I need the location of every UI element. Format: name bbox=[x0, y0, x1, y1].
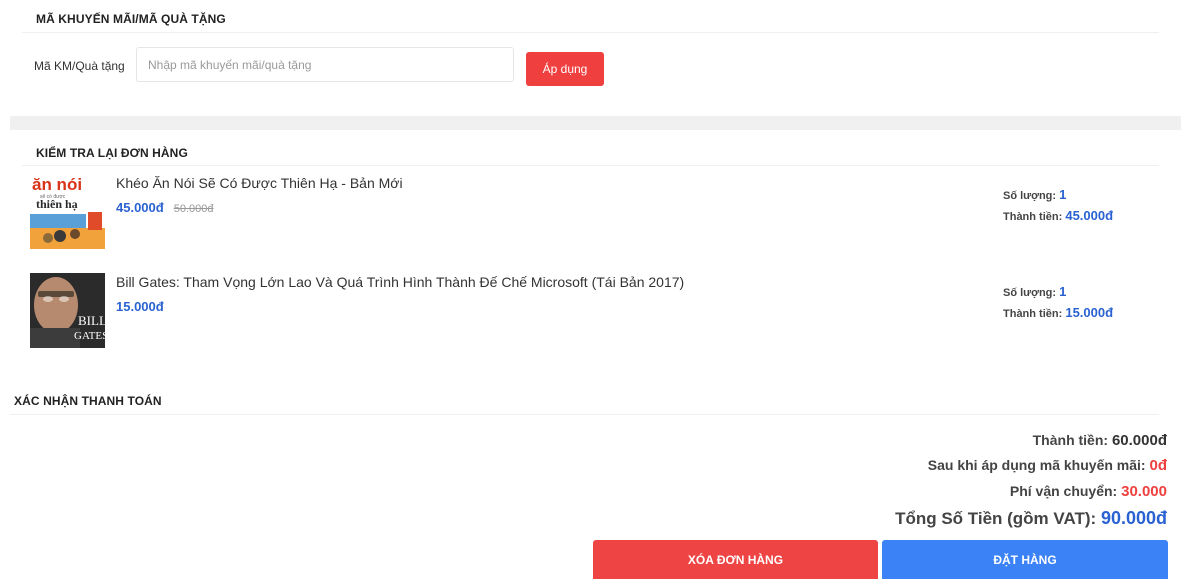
book-cover-image[interactable]: BILL GATES bbox=[30, 273, 105, 348]
quantity-row: Số lượng: 1 bbox=[1003, 187, 1066, 202]
cover-subtitle-text: GATES bbox=[74, 330, 105, 342]
old-price: 50.000đ bbox=[173, 203, 214, 215]
summary-total: Tổng Số Tiền (gồm VAT): 90.000đ bbox=[895, 508, 1167, 529]
quantity-row: Số lượng: 1 bbox=[1003, 284, 1066, 299]
summary-subtotal-value: 60.000đ bbox=[1111, 432, 1167, 449]
summary-total-label: Tổng Số Tiền (gồm VAT): bbox=[895, 509, 1097, 528]
cover-title-text: BILL bbox=[78, 313, 105, 328]
item-price: 15.000đ bbox=[116, 299, 164, 314]
subtotal-label: Thành tiền: bbox=[1003, 308, 1063, 320]
subtotal-value: 45.000đ bbox=[1065, 208, 1114, 223]
promo-section-title: MÃ KHUYẾN MÃI/MÃ QUÀ TẶNG bbox=[36, 12, 226, 26]
order-section-title: KIỂM TRA LẠI ĐƠN HÀNG bbox=[36, 146, 188, 160]
summary-subtotal: Thành tiền: 60.000đ bbox=[1033, 432, 1167, 449]
summary-subtotal-label: Thành tiền: bbox=[1032, 432, 1109, 448]
apply-promo-button[interactable]: Áp dụng bbox=[526, 52, 604, 86]
item-name[interactable]: Bill Gates: Tham Vọng Lớn Lao Và Quá Trì… bbox=[116, 274, 684, 290]
summary-shipping: Phí vận chuyển: 30.000 bbox=[1010, 483, 1167, 500]
delete-order-button[interactable]: XÓA ĐƠN HÀNG bbox=[593, 540, 878, 579]
subtotal-row: Thành tiền: 15.000đ bbox=[1003, 305, 1113, 320]
quantity-value: 1 bbox=[1059, 284, 1067, 299]
section-separator bbox=[10, 116, 1181, 130]
place-order-button[interactable]: ĐẶT HÀNG bbox=[882, 540, 1168, 579]
summary-shipping-label: Phí vận chuyển: bbox=[1009, 483, 1118, 499]
current-price: 45.000đ bbox=[116, 200, 164, 215]
current-price: 15.000đ bbox=[116, 299, 164, 314]
summary-total-value: 90.000đ bbox=[1100, 508, 1167, 528]
cover-subtitle-text: thiên hạ bbox=[36, 197, 78, 211]
summary-discount-label: Sau khi áp dụng mã khuyến mãi: bbox=[927, 457, 1146, 473]
subtotal-label: Thành tiền: bbox=[1003, 211, 1063, 223]
quantity-label: Số lượng: bbox=[1003, 190, 1057, 202]
payment-section-title: XÁC NHẬN THANH TOÁN bbox=[14, 394, 162, 408]
subtotal-row: Thành tiền: 45.000đ bbox=[1003, 208, 1113, 223]
order-item: BILL GATES Bill Gates: Tham Vọng Lớn Lao… bbox=[30, 273, 1181, 353]
promo-label: Mã KM/Quà tặng bbox=[34, 59, 125, 73]
order-item: ăn nói sẽ có được thiên hạ Khéo Ăn Nói S… bbox=[30, 174, 1181, 254]
item-name[interactable]: Khéo Ăn Nói Sẽ Có Được Thiên Hạ - Bản Mớ… bbox=[116, 175, 403, 191]
checkout-page: MÃ KHUYẾN MÃI/MÃ QUÀ TẶNG Mã KM/Quà tặng… bbox=[0, 0, 1181, 579]
quantity-value: 1 bbox=[1059, 187, 1067, 202]
summary-shipping-value: 30.000 bbox=[1121, 483, 1167, 500]
divider bbox=[22, 32, 1159, 33]
divider bbox=[22, 165, 1159, 166]
summary-discount: Sau khi áp dụng mã khuyến mãi: 0đ bbox=[928, 457, 1167, 474]
book-cover-image[interactable]: ăn nói sẽ có được thiên hạ bbox=[30, 174, 105, 249]
item-price: 45.000đ 50.000đ bbox=[116, 200, 213, 215]
subtotal-value: 15.000đ bbox=[1065, 305, 1114, 320]
cover-title-text: ăn nói bbox=[32, 175, 82, 194]
quantity-label: Số lượng: bbox=[1003, 287, 1057, 299]
summary-discount-value: 0đ bbox=[1149, 457, 1167, 474]
promo-code-input[interactable] bbox=[136, 47, 514, 82]
divider bbox=[10, 414, 1159, 415]
